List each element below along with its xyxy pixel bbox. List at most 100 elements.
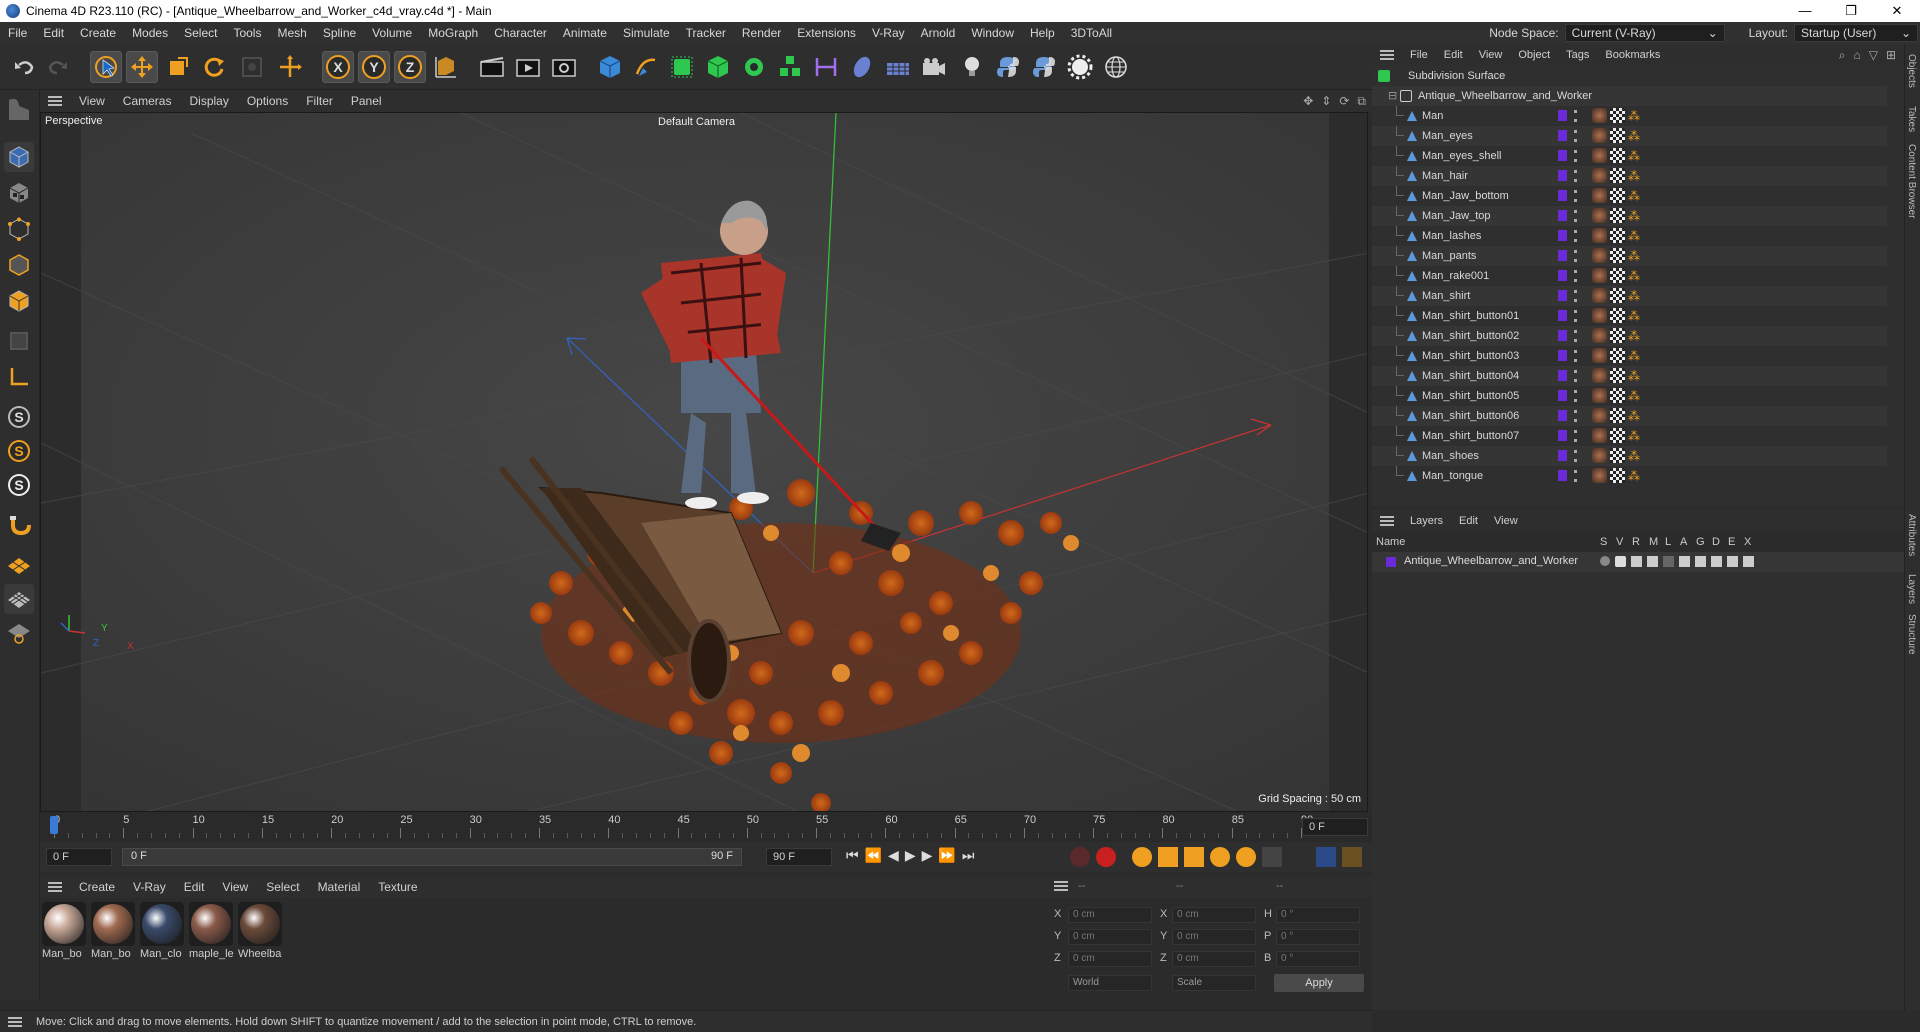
- layer-color-swatch[interactable]: [1558, 170, 1567, 181]
- coordinate-system-dropdown[interactable]: World: [1068, 975, 1152, 991]
- layer-menu-view[interactable]: View: [1486, 515, 1526, 527]
- material-menu-texture[interactable]: Texture: [369, 880, 426, 894]
- rotation-p-field[interactable]: 0 °: [1276, 929, 1360, 945]
- uvw-tag-icon[interactable]: [1610, 128, 1625, 143]
- object-menu-bookmarks[interactable]: Bookmarks: [1597, 49, 1668, 61]
- uvw-tag-icon[interactable]: [1610, 328, 1625, 343]
- render-settings-button[interactable]: [548, 51, 580, 83]
- vray-tag-icon[interactable]: ⁂: [1628, 249, 1640, 263]
- texture-mode-button[interactable]: [4, 178, 34, 208]
- vray-tag-icon[interactable]: ⁂: [1628, 369, 1640, 383]
- y-axis-lock-button[interactable]: Y: [358, 51, 390, 83]
- uvw-tag-icon[interactable]: [1610, 468, 1625, 483]
- render-view-button[interactable]: [476, 51, 508, 83]
- object-menu-object[interactable]: Object: [1510, 49, 1558, 61]
- cloner-button[interactable]: [738, 51, 770, 83]
- menu-arnold[interactable]: Arnold: [913, 22, 964, 44]
- uvw-tag-icon[interactable]: [1610, 288, 1625, 303]
- polygons-mode-button[interactable]: [4, 286, 34, 316]
- timeline-window-icon[interactable]: [1316, 847, 1336, 867]
- key-rotation-icon[interactable]: [1210, 847, 1230, 867]
- visibility-dots-icon[interactable]: [1574, 330, 1577, 342]
- menu-select[interactable]: Select: [176, 22, 225, 44]
- layer-color-swatch[interactable]: [1558, 150, 1567, 161]
- size-y-field[interactable]: 0 cm: [1172, 929, 1256, 945]
- uvw-tag-icon[interactable]: [1610, 308, 1625, 323]
- menu-3dtoall[interactable]: 3DToAll: [1063, 22, 1120, 44]
- visibility-dots-icon[interactable]: [1574, 270, 1577, 282]
- layer-color-swatch[interactable]: [1558, 310, 1567, 321]
- tab-structure[interactable]: Structure: [1906, 614, 1917, 655]
- workplane-button[interactable]: [4, 550, 34, 580]
- object-row[interactable]: Man_hair ⁂: [1372, 166, 1887, 186]
- end-frame-field[interactable]: 90 F: [766, 848, 832, 866]
- generators-icon[interactable]: [1695, 556, 1706, 567]
- pan-view-icon[interactable]: ✥: [1303, 94, 1313, 109]
- object-menu-tags[interactable]: Tags: [1558, 49, 1597, 61]
- object-menu-edit[interactable]: Edit: [1436, 49, 1471, 61]
- uvw-tag-icon[interactable]: [1610, 428, 1625, 443]
- model-mode-button[interactable]: [4, 142, 34, 172]
- uvw-tag-icon[interactable]: [1610, 208, 1625, 223]
- material-tag-icon[interactable]: [1592, 368, 1607, 383]
- mograph-button[interactable]: [774, 51, 806, 83]
- menu-help[interactable]: Help: [1022, 22, 1063, 44]
- uvw-tag-icon[interactable]: [1610, 368, 1625, 383]
- search-icon[interactable]: ⌕: [1839, 48, 1846, 63]
- material-menu-material[interactable]: Material: [309, 880, 370, 894]
- visibility-dots-icon[interactable]: [1574, 470, 1577, 482]
- visibility-dots-icon[interactable]: [1574, 370, 1577, 382]
- expressions-icon[interactable]: [1727, 556, 1738, 567]
- viewport-menu-cameras[interactable]: Cameras: [114, 94, 181, 108]
- visibility-dots-icon[interactable]: [1574, 110, 1577, 122]
- filter-icon[interactable]: ▽: [1869, 48, 1878, 63]
- go-to-end-icon[interactable]: ⏭: [962, 847, 975, 864]
- key-position-icon[interactable]: [1158, 847, 1178, 867]
- layer-color-swatch[interactable]: [1558, 190, 1567, 201]
- material-tag-icon[interactable]: [1592, 288, 1607, 303]
- tab-objects[interactable]: Objects: [1906, 54, 1917, 88]
- menu-volume[interactable]: Volume: [364, 22, 420, 44]
- layer-color-swatch[interactable]: [1558, 390, 1567, 401]
- object-row[interactable]: Man_shirt_button07 ⁂: [1372, 426, 1887, 446]
- render-icon[interactable]: [1631, 556, 1642, 567]
- material-tag-icon[interactable]: [1592, 408, 1607, 423]
- menu-file[interactable]: File: [0, 22, 35, 44]
- menu-window[interactable]: Window: [963, 22, 1022, 44]
- previous-frame-icon[interactable]: ◀: [888, 847, 899, 864]
- fcurve-icon[interactable]: [1342, 847, 1362, 867]
- material-tag-icon[interactable]: [1592, 188, 1607, 203]
- object-row[interactable]: Man_pants ⁂: [1372, 246, 1887, 266]
- next-frame-icon[interactable]: ▶: [922, 847, 933, 864]
- visibility-dots-icon[interactable]: [1574, 450, 1577, 462]
- animation-icon[interactable]: [1679, 556, 1690, 567]
- layer-menu-layers[interactable]: Layers: [1402, 515, 1451, 527]
- menu-edit[interactable]: Edit: [35, 22, 72, 44]
- xref-icon[interactable]: [1743, 556, 1754, 567]
- object-row[interactable]: Man_shirt_button02 ⁂: [1372, 326, 1887, 346]
- visibility-dots-icon[interactable]: [1574, 150, 1577, 162]
- object-row[interactable]: Man_tongue ⁂: [1372, 466, 1887, 486]
- render-to-picture-viewer-button[interactable]: [512, 51, 544, 83]
- uvw-tag-icon[interactable]: [1610, 408, 1625, 423]
- menu-render[interactable]: Render: [734, 22, 789, 44]
- visibility-dots-icon[interactable]: [1574, 310, 1577, 322]
- menu-mograph[interactable]: MoGraph: [420, 22, 486, 44]
- uvw-tag-icon[interactable]: [1610, 388, 1625, 403]
- key-parameter-icon[interactable]: [1236, 847, 1256, 867]
- current-frame-field[interactable]: 0 F: [1302, 818, 1368, 836]
- layer-color-swatch[interactable]: [1558, 270, 1567, 281]
- layer-color-swatch[interactable]: [1558, 130, 1567, 141]
- apply-button[interactable]: Apply: [1274, 974, 1364, 992]
- object-row[interactable]: Man_shirt_button03 ⁂: [1372, 346, 1887, 366]
- uvw-tag-icon[interactable]: [1610, 228, 1625, 243]
- material-item[interactable]: Man_bo: [91, 902, 137, 960]
- coordinate-system-button[interactable]: [430, 51, 462, 83]
- menu-create[interactable]: Create: [72, 22, 124, 44]
- hamburger-icon[interactable]: [1054, 881, 1068, 891]
- size-mode-dropdown[interactable]: Scale: [1172, 975, 1256, 991]
- material-menu-edit[interactable]: Edit: [175, 880, 214, 894]
- hamburger-icon[interactable]: [8, 1016, 22, 1027]
- size-x-field[interactable]: 0 cm: [1172, 907, 1256, 923]
- layer-color-swatch[interactable]: [1558, 450, 1567, 461]
